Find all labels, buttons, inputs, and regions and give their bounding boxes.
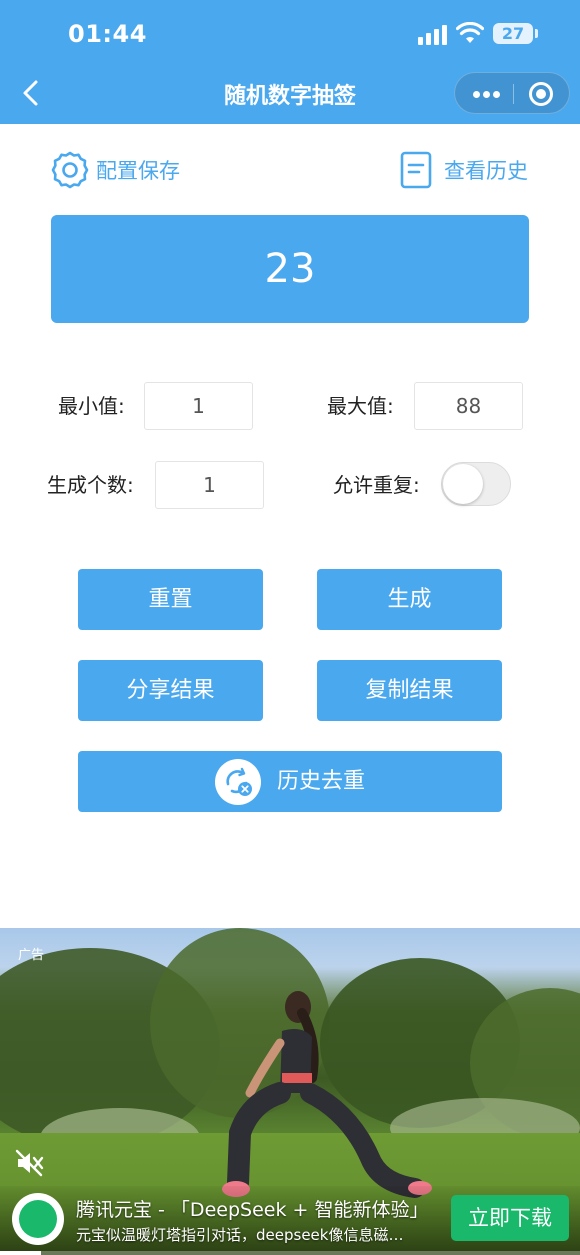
view-history-label: 查看历史 <box>444 159 528 183</box>
capsule-divider <box>513 84 514 104</box>
copy-result-button[interactable]: 复制结果 <box>317 660 502 721</box>
view-history-button[interactable]: 查看历史 <box>400 150 528 190</box>
min-value-input[interactable] <box>144 382 253 430</box>
battery-indicator: 27 <box>493 23 538 44</box>
cellular-signal-icon <box>418 25 448 45</box>
ad-progress-fill <box>0 1251 41 1255</box>
count-input[interactable] <box>155 461 264 509</box>
ad-athlete-figure <box>222 991 432 1198</box>
share-result-button[interactable]: 分享结果 <box>78 660 263 721</box>
config-save-label: 配置保存 <box>96 159 180 183</box>
config-save-button[interactable]: 配置保存 <box>50 150 180 190</box>
more-options-icon[interactable] <box>467 81 507 107</box>
mute-icon[interactable] <box>14 1148 44 1178</box>
toggle-knob <box>443 464 483 504</box>
top-bar: 01:44 27 随机数字抽签 <box>0 0 580 124</box>
count-label: 生成个数: <box>47 473 134 497</box>
history-dedup-label: 历史去重 <box>276 769 365 794</box>
allow-repeat-label: 允许重复: <box>333 473 420 497</box>
generate-button[interactable]: 生成 <box>317 569 502 630</box>
min-value-label: 最小值: <box>58 394 125 418</box>
gear-icon <box>51 151 89 189</box>
ad-title: 腾讯元宝 - 「DeepSeek + 智能新体验」 <box>76 1199 429 1221</box>
ad-download-button[interactable]: 立即下载 <box>451 1195 569 1241</box>
ad-app-logo[interactable] <box>12 1193 64 1245</box>
mini-program-capsule <box>454 72 570 114</box>
reset-button[interactable]: 重置 <box>78 569 263 630</box>
refresh-clear-icon <box>214 758 261 805</box>
ad-tag[interactable]: 广告 <box>18 944 44 963</box>
history-dedup-button[interactable]: 历史去重 <box>78 751 502 812</box>
document-icon <box>400 151 432 189</box>
wifi-icon <box>456 22 484 43</box>
status-time: 01:44 <box>68 20 147 48</box>
max-value-input[interactable] <box>414 382 523 430</box>
max-value-label: 最大值: <box>327 394 394 418</box>
ad-subtitle: 元宝似温暖灯塔指引对话，deepseek像信息磁… <box>76 1226 404 1244</box>
close-mini-program-icon[interactable] <box>529 82 553 106</box>
result-display: 23 <box>51 215 529 323</box>
app-logo-icon <box>19 1200 57 1238</box>
allow-repeat-toggle[interactable] <box>441 462 511 506</box>
ad-progress-bar <box>0 1251 580 1255</box>
